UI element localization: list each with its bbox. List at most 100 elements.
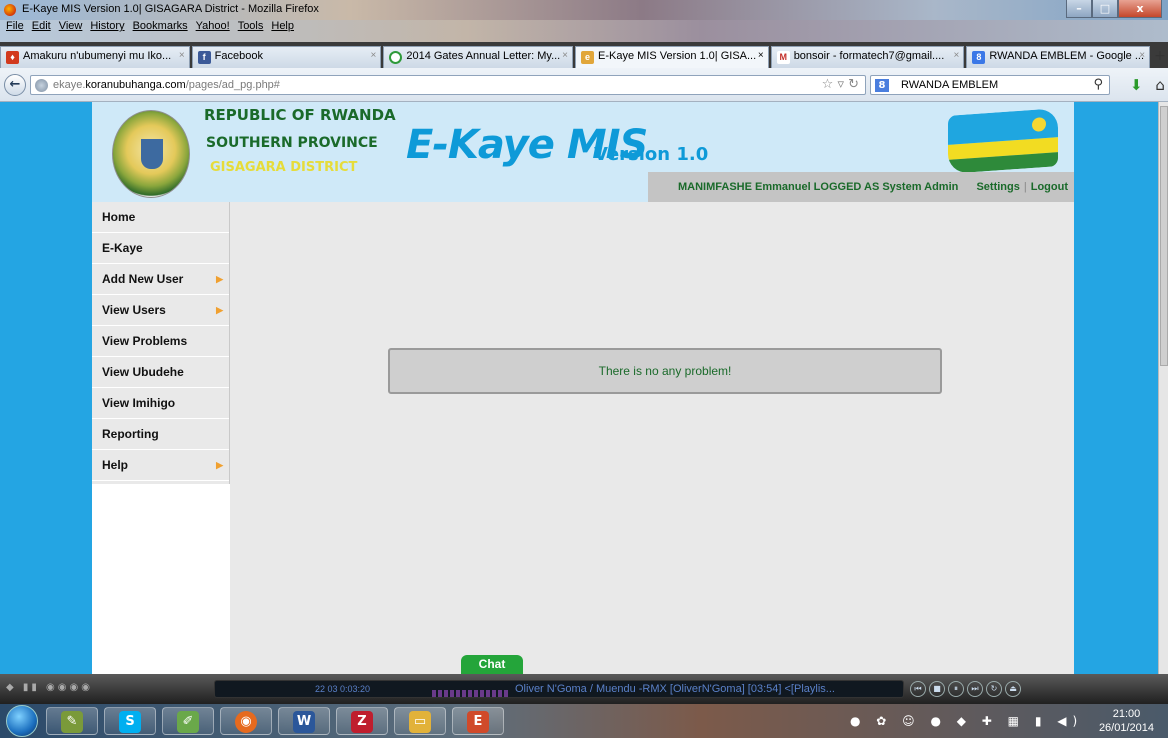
- close-tab-icon[interactable]: ×: [758, 50, 764, 61]
- taskbar-app-skype[interactable]: S: [104, 707, 156, 735]
- download-icon[interactable]: ⬇: [1130, 76, 1143, 94]
- eject-icon[interactable]: ⏏: [1005, 681, 1021, 697]
- google-icon: 8: [972, 51, 986, 64]
- bookmark-star-icon[interactable]: ☆ ▿ ↻: [822, 77, 859, 92]
- sidebar-menu: Home E-Kaye Add New User ▶ View Users ▶ Vi…: [92, 202, 230, 484]
- search-box[interactable]: 8 RWANDA EMBLEM ⚲: [870, 75, 1110, 95]
- media-counter: 22 03 0:03:20: [315, 684, 371, 694]
- start-button[interactable]: [6, 705, 38, 737]
- menu-tools[interactable]: Tools: [238, 20, 264, 32]
- url-text: ekaye.koranubuhanga.com/pages/ad_pg.php#: [53, 79, 280, 91]
- menu-help[interactable]: Help: [271, 20, 294, 32]
- paint-icon: ✎: [61, 711, 83, 733]
- rwanda-emblem-logo: [112, 110, 190, 198]
- submenu-arrow-icon: ▶: [216, 305, 223, 315]
- chat-button[interactable]: Chat: [461, 655, 523, 674]
- menu-bookmarks[interactable]: Bookmarks: [133, 20, 188, 32]
- skype-icon: S: [119, 711, 141, 733]
- district-title: GISAGARA DISTRICT: [210, 160, 358, 175]
- close-button[interactable]: x: [1118, 0, 1162, 18]
- logout-link[interactable]: Logout: [1031, 181, 1068, 193]
- new-tab-button[interactable]: +: [1152, 46, 1168, 68]
- menu-file[interactable]: File: [6, 20, 24, 32]
- taskbar-clock[interactable]: 21:00 26/01/2014: [1099, 707, 1154, 735]
- minimize-button[interactable]: –: [1066, 0, 1092, 18]
- tab-label: RWANDA EMBLEM - Google ...: [989, 50, 1145, 62]
- province-title: SOUTHERN PROVINCE: [206, 135, 378, 151]
- sidebar-item-view-ubudehe[interactable]: View Ubudehe: [92, 357, 229, 388]
- next-icon[interactable]: ⏭: [967, 681, 983, 697]
- sidebar-item-view-problems[interactable]: View Problems: [92, 326, 229, 357]
- close-tab-icon[interactable]: ×: [562, 50, 568, 61]
- app-version: Version 1.0: [594, 144, 709, 165]
- menu-yahoo[interactable]: Yahoo!: [196, 20, 230, 32]
- sidebar-item-help[interactable]: Help ▶: [92, 450, 229, 481]
- home-icon[interactable]: ⌂: [1155, 76, 1165, 94]
- tab-label: Amakuru n'ubumenyi mu Iko...: [23, 50, 172, 62]
- menu-history[interactable]: History: [90, 20, 124, 32]
- taskbar-app-firefox[interactable]: ◉: [220, 707, 272, 735]
- close-tab-icon[interactable]: ×: [371, 50, 377, 61]
- tab-facebook[interactable]: f Facebook ×: [191, 46, 382, 68]
- tab-gates-letter[interactable]: 2014 Gates Annual Letter: My... ×: [383, 46, 574, 68]
- page-viewport: REPUBLIC OF RWANDA SOUTHERN PROVINCE GIS…: [0, 102, 1168, 674]
- media-controls-left[interactable]: ◆ ▮▮ ◉◉◉◉: [6, 682, 93, 693]
- rwanda-flag-image: [948, 108, 1058, 174]
- user-bar: MANIMFASHE Emmanuel LOGGED AS System Adm…: [648, 172, 1074, 202]
- tab-amakuru[interactable]: ♦ Amakuru n'ubumenyi mu Iko... ×: [0, 46, 190, 68]
- tab-gmail[interactable]: M bonsoir - formatech7@gmail.... ×: [770, 46, 965, 68]
- tab-google[interactable]: 8 RWANDA EMBLEM - Google ... ×: [966, 46, 1151, 68]
- windows-taskbar: ✎ S ✐ ◉ W Z ▭ E ● ✿ ☺ ● ◆ ✚ ▦ ▮ ◀) 21:00…: [0, 704, 1168, 738]
- firefox-icon: [4, 4, 16, 16]
- country-title: REPUBLIC OF RWANDA: [204, 106, 396, 124]
- status-message-box: There is no any problem!: [388, 348, 942, 394]
- menu-view[interactable]: View: [59, 20, 83, 32]
- tab-label: Facebook: [214, 50, 263, 62]
- system-tray-icons[interactable]: ● ✿ ☺ ● ◆ ✚ ▦ ▮ ◀): [850, 714, 1083, 728]
- page-scrollbar[interactable]: [1158, 102, 1168, 674]
- address-bar[interactable]: ekaye.koranubuhanga.com/pages/ad_pg.php#…: [30, 75, 866, 95]
- taskbar-app-filezilla[interactable]: Z: [336, 707, 388, 735]
- sidebar-item-reporting[interactable]: Reporting: [92, 419, 229, 450]
- taskbar-app-presentation[interactable]: E: [452, 707, 504, 735]
- prev-icon[interactable]: ⏮: [910, 681, 926, 697]
- flame-icon: ♦: [6, 51, 19, 64]
- close-tab-icon[interactable]: ×: [179, 50, 185, 61]
- separator: |: [1023, 181, 1027, 193]
- search-icon[interactable]: ⚲: [1093, 77, 1103, 92]
- menu-edit[interactable]: Edit: [32, 20, 51, 32]
- taskbar-app-explorer[interactable]: ▭: [394, 707, 446, 735]
- stop-icon[interactable]: ■: [929, 681, 945, 697]
- loading-icon: [389, 51, 403, 64]
- sidebar-item-home[interactable]: Home: [92, 202, 229, 233]
- equalizer-icon: [432, 690, 510, 697]
- settings-link[interactable]: Settings: [976, 181, 1019, 193]
- presentation-icon: E: [467, 711, 489, 733]
- submenu-arrow-icon: ▶: [216, 460, 223, 470]
- maximize-button[interactable]: □: [1092, 0, 1118, 18]
- firefox-icon: ◉: [235, 711, 257, 733]
- taskbar-app-word[interactable]: W: [278, 707, 330, 735]
- tab-label: E-Kaye MIS Version 1.0| GISA...: [598, 50, 757, 62]
- gmail-icon: M: [776, 51, 790, 64]
- sidebar-item-e-kaye[interactable]: E-Kaye: [92, 233, 229, 264]
- filezilla-icon: Z: [351, 711, 373, 733]
- repeat-icon[interactable]: ↻: [986, 681, 1002, 697]
- globe-icon: [35, 79, 48, 92]
- taskbar-app-paint[interactable]: ✎: [46, 707, 98, 735]
- word-icon: W: [293, 711, 315, 733]
- sidebar-item-view-imihigo[interactable]: View Imihigo: [92, 388, 229, 419]
- facebook-icon: f: [197, 51, 211, 64]
- taskbar-app-draw[interactable]: ✐: [162, 707, 214, 735]
- window-titlebar: E-Kaye MIS Version 1.0| GISAGARA Distric…: [0, 0, 1168, 20]
- close-tab-icon[interactable]: ×: [1139, 50, 1145, 61]
- sidebar-item-view-users[interactable]: View Users ▶: [92, 295, 229, 326]
- window-title: E-Kaye MIS Version 1.0| GISAGARA Distric…: [22, 3, 319, 15]
- submenu-arrow-icon: ▶: [216, 274, 223, 284]
- back-button[interactable]: ←: [4, 74, 26, 96]
- pause-icon[interactable]: ⏸: [948, 681, 964, 697]
- sidebar-item-add-new-user[interactable]: Add New User ▶: [92, 264, 229, 295]
- sun-icon: [1032, 116, 1046, 132]
- close-tab-icon[interactable]: ×: [954, 50, 960, 61]
- tab-ekaye[interactable]: e E-Kaye MIS Version 1.0| GISA... ×: [575, 46, 769, 68]
